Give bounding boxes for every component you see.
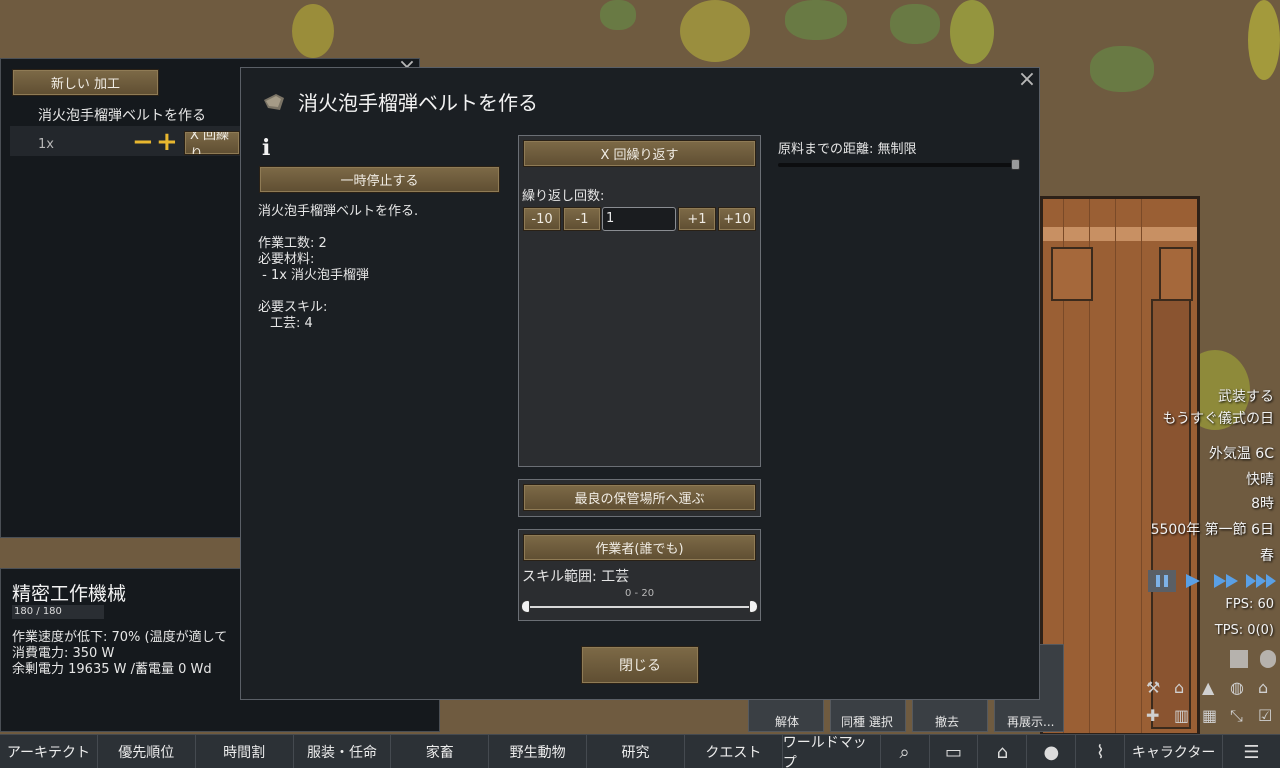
plus-icon[interactable]: + — [156, 129, 178, 155]
superfast-icon — [1246, 574, 1256, 588]
bill-count: 1x — [38, 137, 54, 152]
tab-research[interactable]: 研究 — [587, 735, 685, 768]
outdoor-temperature: 外気温 6C — [1208, 446, 1274, 462]
checklist-icon: ☑ — [1258, 706, 1273, 725]
grenade-belt-icon — [264, 94, 284, 110]
tab-work[interactable]: 優先順位 — [97, 735, 196, 768]
tab-characters[interactable]: キャラクター — [1125, 735, 1224, 768]
select-similar-label: 同種 選択 — [841, 715, 893, 729]
tree — [292, 4, 334, 58]
pause-button[interactable]: 一時停止する — [259, 166, 500, 193]
wooden-strip — [1151, 299, 1191, 729]
pause-speed-button[interactable] — [1148, 570, 1176, 592]
ingredient-radius-slider[interactable] — [778, 163, 1020, 167]
zone-visibility-icon[interactable] — [1230, 650, 1248, 668]
speed-controls[interactable] — [1184, 572, 1280, 590]
fps-readout: FPS: 60 — [1225, 597, 1274, 612]
recipe-description: 消火泡手榴弾ベルトを作る. — [258, 204, 419, 219]
inspect-line: 余剰電力 19635 W /蓄電量 0 Wd — [12, 662, 212, 677]
dresser[interactable] — [1051, 247, 1093, 301]
overlay-toggles-row-1[interactable]: ⚒ ⌂ ▲ ◍ ⌂ — [1146, 678, 1276, 698]
hammer-icon: ⚒ — [1146, 678, 1161, 697]
bill-repeat-mode-button[interactable]: X 回繰り — [184, 131, 240, 155]
plus-1-button[interactable]: +1 — [678, 207, 716, 231]
bush — [785, 0, 847, 40]
date: 5500年 第一節 6日 — [1150, 522, 1274, 538]
hp-text: 180 / 180 — [14, 606, 62, 617]
close-icon[interactable]: × — [1016, 69, 1038, 92]
skill-range-min-handle[interactable] — [521, 600, 530, 613]
skill-item: 工芸: 4 — [270, 316, 313, 331]
broom-icon[interactable]: ⌇ — [1076, 735, 1126, 768]
wooden-building — [1040, 196, 1200, 736]
cross-icon: ✚ — [1146, 706, 1160, 725]
bush — [600, 0, 636, 30]
roof-icon: ▲ — [1202, 678, 1215, 697]
chart-icon: ▥ — [1174, 706, 1190, 725]
tab-animals[interactable]: 家畜 — [391, 735, 490, 768]
repeat-count-input[interactable]: 1 — [602, 207, 676, 231]
main-tab-bar: アーキテクト 優先順位 時間割 服装・任命 家畜 野生動物 研究 クエスト ワー… — [0, 734, 1280, 768]
home-icon: ⌂ — [1174, 678, 1185, 697]
play-icon — [1186, 574, 1200, 588]
skill-range-slider[interactable] — [526, 606, 754, 608]
close-button[interactable]: 閉じる — [581, 646, 699, 684]
fast-forward-icon — [1214, 574, 1226, 588]
season: 春 — [1260, 548, 1274, 564]
store-mode-button[interactable]: 最良の保管場所へ運ぶ — [523, 484, 756, 511]
menu-icon[interactable]: ☰ — [1223, 735, 1280, 768]
skill-range-value: 0 - 20 — [625, 588, 655, 599]
house-icon: ⌂ — [1258, 678, 1269, 697]
book-icon[interactable]: ▭ — [929, 735, 979, 768]
time-of-day: 8時 — [1251, 496, 1274, 512]
tab-schedule[interactable]: 時間割 — [195, 735, 294, 768]
tab-world-map[interactable]: ワールドマップ — [782, 735, 881, 768]
info-icon[interactable]: i — [262, 135, 270, 161]
dialog-title: 消火泡手榴弾ベルトを作る — [298, 91, 538, 115]
beauty-icon: ◍ — [1230, 678, 1244, 697]
worker-button[interactable]: 作業者(誰でも) — [523, 534, 756, 561]
plus-10-button[interactable]: +10 — [718, 207, 756, 231]
alert-armed[interactable]: 武装する — [1218, 386, 1274, 406]
ingredient-radius-label: 原料までの距離: 無制限 — [778, 142, 917, 157]
tab-assign[interactable]: 服装・任命 — [293, 735, 392, 768]
lightbulb-icon[interactable]: ● — [1027, 735, 1077, 768]
reinstall-label: 再展示... — [1007, 715, 1055, 729]
shelf[interactable] — [1159, 247, 1193, 301]
tab-architect[interactable]: アーキテクト — [0, 735, 98, 768]
tree — [1248, 0, 1280, 80]
overlay-toggles-row-2[interactable]: ✚ ▥ ▦ ⤡ ☑ — [1146, 706, 1276, 726]
temperature-overlay-icon[interactable] — [1260, 650, 1276, 668]
bill-name[interactable]: 消火泡手榴弾ベルトを作る — [38, 105, 206, 125]
alert-ritual[interactable]: もうすぐ儀式の日 — [1162, 408, 1274, 428]
search-icon[interactable]: ⌕ — [880, 735, 930, 768]
inspect-title: 精密工作機械 — [12, 583, 127, 605]
ingredient-item: - 1x 消火泡手榴弾 — [258, 268, 370, 283]
minus-icon[interactable]: − — [132, 129, 154, 155]
tab-quests[interactable]: クエスト — [684, 735, 783, 768]
bush — [1090, 46, 1154, 92]
storage-icon: ▦ — [1202, 706, 1218, 725]
repeat-count-label: 繰り返し回数: — [522, 189, 605, 204]
resize-icon: ⤡ — [1230, 706, 1243, 725]
ingredient-radius-handle[interactable] — [1011, 159, 1020, 170]
tab-wildlife[interactable]: 野生動物 — [489, 735, 588, 768]
tps-readout: TPS: 0(0) — [1214, 623, 1274, 638]
tree — [950, 0, 994, 64]
skill-range-label: スキル範囲: 工芸 — [522, 569, 630, 585]
bush — [890, 4, 940, 44]
uninstall-label: 撤去 — [935, 715, 960, 729]
new-bill-button[interactable]: 新しい 加工 — [12, 69, 159, 96]
tree — [680, 0, 750, 62]
minus-1-button[interactable]: -1 — [563, 207, 601, 231]
repeat-mode-button[interactable]: X 回繰り返す — [523, 140, 756, 167]
deconstruct-label: 解体 — [775, 715, 800, 729]
factions-icon[interactable]: ⌂ — [978, 735, 1028, 768]
weather: 快晴 — [1246, 472, 1274, 488]
minus-10-button[interactable]: -10 — [523, 207, 561, 231]
